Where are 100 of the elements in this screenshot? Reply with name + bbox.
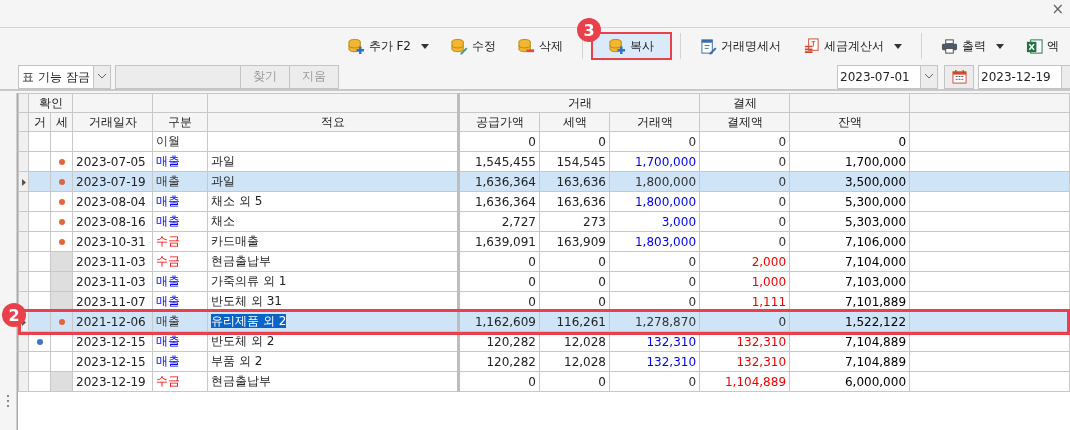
table-cell: 2023-07-05 xyxy=(72,151,153,172)
table-cell: 120,282 xyxy=(458,331,540,352)
toolbar-button[interactable]: 세금계산서 xyxy=(792,32,913,60)
document-edit-icon xyxy=(700,37,717,55)
table-cell: 0 xyxy=(458,371,540,392)
table-row[interactable]: 2023-12-15 매출 반도체 외 2 120,282 12,028 132,310 132,310 7,104,889 xyxy=(18,331,1070,352)
table-cell: 2023-08-16 xyxy=(72,211,153,232)
table-cell: 이월 xyxy=(152,131,208,152)
table-cell: 0 xyxy=(539,251,610,272)
table-cell: 1,104,889 xyxy=(699,371,790,392)
callout-badge: 3 xyxy=(577,18,601,42)
table-cell: 0 xyxy=(699,131,790,152)
table-row[interactable]: 이월 0 0 0 0 0 xyxy=(18,131,1070,152)
toolbar-button[interactable]: 거래명세서 xyxy=(689,32,792,60)
chevron-down-icon xyxy=(97,74,106,79)
date-field[interactable]: 2023-07-01 xyxy=(837,64,938,89)
table-cell: 0 xyxy=(699,231,790,252)
table-cell: 2,727 xyxy=(458,211,540,232)
table-cell: 1,162,609 xyxy=(458,311,540,332)
table-cell: 12,028 xyxy=(539,351,610,372)
toolbar-button[interactable]: 삭제 xyxy=(507,32,574,60)
table-row[interactable]: 2023-10-31 수금 카드매출 1,639,091 163,909 1,803,000 0 7,106,000 xyxy=(18,231,1070,252)
table-cell: 0 xyxy=(539,131,610,152)
toolbar-button[interactable]: 추가 F2 xyxy=(336,32,440,60)
caret-icon xyxy=(894,43,902,49)
table-cell: 0 xyxy=(699,211,790,232)
search-field[interactable] xyxy=(114,64,241,89)
table-row[interactable]: 2023-11-03 수금 현금출납부 0 0 0 2,000 7,104,000 xyxy=(18,251,1070,272)
table-cell: 채소 외 5 xyxy=(207,191,459,212)
selected-text: 유리제품 외 2 xyxy=(211,314,287,328)
column-group-header: 거래 xyxy=(458,93,700,113)
table-cell: 1,800,000 xyxy=(609,191,700,212)
grip-icon[interactable] xyxy=(6,394,10,408)
table-cell: 12,028 xyxy=(539,331,610,352)
close-button[interactable]: × xyxy=(1045,0,1070,18)
check-cell xyxy=(28,211,51,232)
table-cell: 1,636,364 xyxy=(458,171,540,192)
table-cell: 2023-12-15 xyxy=(72,351,153,372)
invoice-icon xyxy=(803,37,820,55)
table-cell: 0 xyxy=(609,371,700,392)
toolbar-button[interactable]: 엑 xyxy=(1015,32,1070,60)
caret-icon xyxy=(996,43,1004,49)
table-cell: 1,803,000 xyxy=(609,231,700,252)
table-cell: 132,310 xyxy=(609,331,700,352)
printer-icon xyxy=(941,37,958,55)
table-cell: 매출 xyxy=(152,211,208,232)
table-row[interactable]: 2023-08-16 매출 채소 2,727 273 3,000 0 5,303,000 xyxy=(18,211,1070,232)
caret-icon xyxy=(421,43,429,49)
check-cell xyxy=(28,191,51,212)
table-cell: 0 xyxy=(458,131,540,152)
table-row[interactable]: 2023-07-19 매출 과일 1,636,364 163,636 1,800,000 0 3,500,000 xyxy=(18,171,1070,192)
table-cell: 0 xyxy=(539,271,610,292)
table-row[interactable]: 2023-08-04 매출 채소 외 5 1,636,364 163,636 1,800,000 0 5,300,000 xyxy=(18,191,1070,212)
check-cell xyxy=(28,271,51,292)
table-cell: 7,103,000 xyxy=(789,271,910,292)
table-cell: 1,636,364 xyxy=(458,191,540,212)
toolbar-button[interactable]: 출력 xyxy=(930,32,1015,60)
table-cell: 1,700,000 xyxy=(789,151,910,172)
table-cell: 매출 xyxy=(152,151,208,172)
table-cell: 1,000 xyxy=(699,271,790,292)
calendar-icon xyxy=(951,69,967,84)
toolbar-button[interactable]: 수정 xyxy=(440,32,507,60)
check-cell xyxy=(28,331,51,352)
table-row[interactable]: 2023-12-19 수금 현금출납부 0 0 0 1,104,889 6,000,000 xyxy=(18,371,1070,392)
table-row[interactable]: 2023-11-03 매출 가죽의류 외 1 0 0 0 1,000 7,103,000 xyxy=(18,271,1070,292)
table-cell: 0 xyxy=(609,271,700,292)
table-cell: 0 xyxy=(539,371,610,392)
table-cell: 5,303,000 xyxy=(789,211,910,232)
database-add-icon xyxy=(347,37,365,55)
table-cell: 7,104,889 xyxy=(789,331,910,352)
table-cell: 5,300,000 xyxy=(789,191,910,212)
table-cell: 매출 xyxy=(152,331,208,352)
table-cell: 0 xyxy=(609,251,700,272)
table-cell: 163,909 xyxy=(539,231,610,252)
table-cell: 매출 xyxy=(152,191,208,212)
check-cell xyxy=(28,231,51,252)
calendar-button[interactable] xyxy=(944,64,974,89)
table-cell: 132,310 xyxy=(699,331,790,352)
table-cell: 2023-11-03 xyxy=(72,251,153,272)
table-cell: 2023-11-03 xyxy=(72,271,153,292)
table-cell: 6,000,000 xyxy=(789,371,910,392)
table-cell: 1,639,091 xyxy=(458,231,540,252)
table-row[interactable]: 2021-12-06 매출 유리제품 외 2 1,162,609 116,261 1,278,870 0 1,522,122 xyxy=(18,311,1070,332)
lock-dropdown[interactable]: 표 기능 잠금 xyxy=(18,64,111,89)
table-cell: 수금 xyxy=(152,251,208,272)
table-cell: 매출 xyxy=(152,351,208,372)
date-field[interactable]: 2023-12-19 xyxy=(978,64,1070,89)
column-group-header: 확인 xyxy=(28,93,73,113)
check-cell xyxy=(28,351,51,372)
database-edit-icon xyxy=(451,37,468,55)
table-cell: 0 xyxy=(458,251,540,272)
database-minus-icon xyxy=(518,37,535,55)
table-row[interactable]: 2023-12-15 매출 부품 외 2 120,282 12,028 132,310 132,310 7,104,889 xyxy=(18,351,1070,372)
check-cell xyxy=(28,251,51,272)
table-cell: 0 xyxy=(458,271,540,292)
check-cell xyxy=(28,131,51,152)
table-cell: 273 xyxy=(539,211,610,232)
table-cell: 0 xyxy=(699,191,790,212)
check-cell xyxy=(28,371,51,392)
table-cell: 7,104,000 xyxy=(789,251,910,272)
